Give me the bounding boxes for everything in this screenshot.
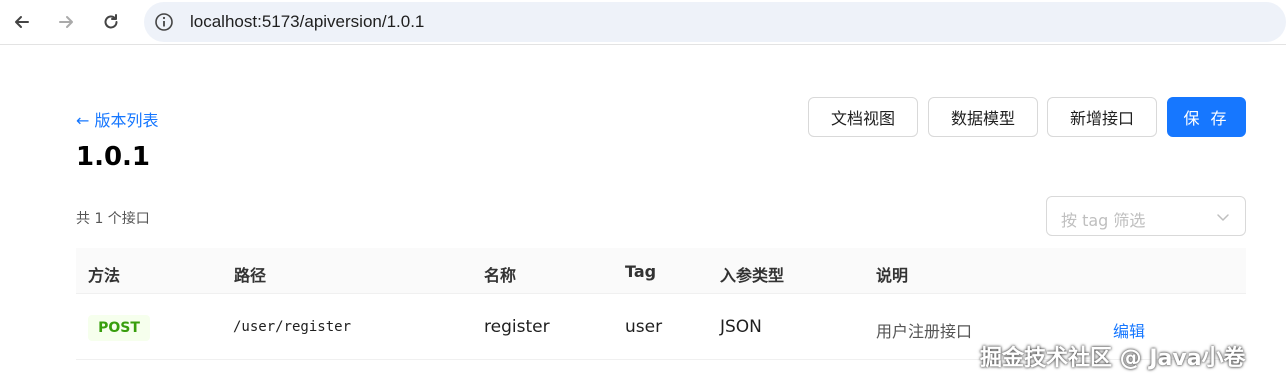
save-button[interactable]: 保 存 (1167, 97, 1246, 137)
tag-filter-placeholder: 按 tag 筛选 (1061, 211, 1146, 230)
description-cell: 用户注册接口 (876, 322, 973, 341)
address-bar[interactable]: localhost:5173/apiversion/1.0.1 (144, 2, 1286, 42)
tag-filter-select[interactable]: 按 tag 筛选 (1046, 196, 1246, 236)
column-header-description: 说明 (876, 266, 909, 285)
reload-icon[interactable] (97, 8, 125, 36)
forward-arrow-icon[interactable] (52, 8, 80, 36)
name-cell: register (484, 317, 550, 337)
param-type-cell: JSON (720, 317, 762, 337)
table-header: 方法 路径 名称 Tag 入参类型 说明 (76, 248, 1246, 294)
column-header-path: 路径 (234, 266, 267, 285)
back-to-version-list-link[interactable]: ← 版本列表 (76, 107, 159, 131)
tag-cell: user (625, 317, 663, 337)
back-arrow-icon[interactable] (8, 8, 36, 36)
method-badge: POST (88, 315, 150, 341)
add-api-button[interactable]: 新增接口 (1047, 97, 1157, 137)
chevron-down-icon (1217, 214, 1229, 221)
edit-link[interactable]: 编辑 (1113, 318, 1145, 342)
browser-toolbar: localhost:5173/apiversion/1.0.1 (0, 0, 1286, 45)
column-header-name: 名称 (484, 266, 517, 285)
watermark: 掘金技术社区 @ Java小卷 (980, 346, 1246, 371)
data-model-button[interactable]: 数据模型 (928, 97, 1038, 137)
doc-view-button[interactable]: 文档视图 (808, 97, 918, 137)
path-cell: /user/register (233, 319, 352, 335)
column-header-param-type: 入参类型 (720, 266, 785, 285)
page-title: 1.0.1 (76, 142, 151, 172)
site-info-icon[interactable] (154, 12, 174, 32)
api-count-text: 共 1 个接口 (76, 211, 150, 227)
column-header-method: 方法 (88, 266, 121, 285)
url-text: localhost:5173/apiversion/1.0.1 (190, 12, 425, 31)
column-header-tag: Tag (625, 262, 657, 281)
